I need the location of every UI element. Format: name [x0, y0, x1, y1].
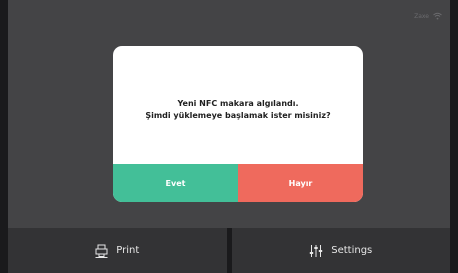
app-screen: Zaxe Yeni NFC makara algılandı. Şimdi yü… [8, 0, 450, 273]
printer-icon [95, 244, 108, 258]
status-bar: Zaxe [414, 12, 442, 20]
sliders-icon [309, 244, 323, 258]
dialog-message: Yeni NFC makara algılandı. Şimdi yükleme… [113, 98, 363, 122]
nav-print-button[interactable]: Print [8, 228, 227, 273]
confirm-button[interactable]: Evet [113, 164, 238, 202]
bottom-nav: Print Settings [8, 228, 450, 273]
dialog-message-line-1: Yeni NFC makara algılandı. [177, 99, 299, 108]
nav-print-label: Print [116, 245, 140, 256]
dialog-buttons: Evet Hayır [113, 164, 363, 202]
dialog-message-line-2: Şimdi yüklemeye başlamak ister misiniz? [145, 111, 331, 120]
device-name: Zaxe [414, 12, 429, 20]
nav-settings-label: Settings [331, 245, 373, 256]
cancel-button[interactable]: Hayır [238, 164, 363, 202]
nav-settings-button[interactable]: Settings [231, 228, 450, 273]
wifi-icon [433, 12, 442, 20]
nfc-spool-dialog: Yeni NFC makara algılandı. Şimdi yükleme… [113, 46, 363, 202]
